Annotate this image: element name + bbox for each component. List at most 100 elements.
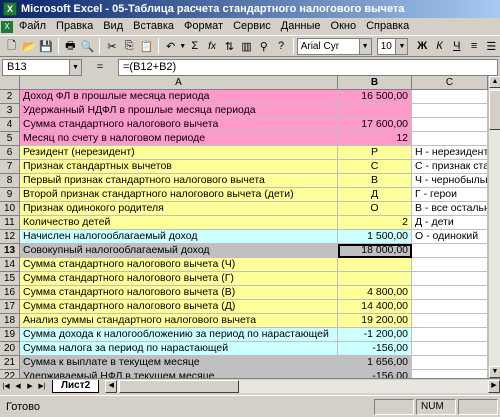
cell-a-label[interactable]: Доход ФЛ в прошлые месяца периода <box>20 90 338 104</box>
cut-icon[interactable]: ✂ <box>103 37 120 55</box>
new-file-icon[interactable]: 🗋 <box>3 37 20 55</box>
cell-c-note[interactable] <box>412 258 488 272</box>
cell-c-note[interactable] <box>412 104 488 118</box>
name-box[interactable]: B13 ▼ <box>2 58 82 76</box>
sheet-tab-list2[interactable]: Лист2 <box>52 379 100 393</box>
cell-a-label[interactable]: Совокупный налогооблагаемый доход <box>20 244 338 258</box>
cell-c-note[interactable] <box>412 272 488 286</box>
undo-icon[interactable]: ↶ <box>162 37 179 55</box>
scroll-thumb[interactable] <box>119 379 240 393</box>
cell-a-label[interactable]: Удерживаемый НФЛ в текущем месяце <box>20 370 338 378</box>
autosum-button[interactable]: Σ <box>186 37 203 55</box>
cell-c-note[interactable] <box>412 356 488 370</box>
cell-c-note[interactable] <box>412 90 488 104</box>
bold-button[interactable]: Ж <box>414 37 431 55</box>
horizontal-scrollbar[interactable]: ◀ ▶ <box>105 379 500 393</box>
scroll-up-icon[interactable]: ▲ <box>489 76 500 88</box>
row-header[interactable]: 21 <box>0 356 20 370</box>
font-size-select[interactable]: 10 ▼ <box>376 37 409 55</box>
row-header[interactable]: 17 <box>0 300 20 314</box>
cell-b-value[interactable]: -1 200,00 <box>338 328 412 342</box>
paste-icon[interactable]: 📋 <box>138 37 155 55</box>
scroll-thumb[interactable] <box>489 90 500 130</box>
print-preview-icon[interactable]: 🔍 <box>79 37 96 55</box>
scroll-left-icon[interactable]: ◀ <box>105 379 118 393</box>
cell-a-label[interactable]: Сумма стандартного налогового вычета (Ч) <box>20 258 338 272</box>
row-header[interactable]: 19 <box>0 328 20 342</box>
cell-a-label[interactable]: Сумма стандартного налогового вычета (В) <box>20 286 338 300</box>
cell-b-value[interactable]: -156,00 <box>338 342 412 356</box>
column-header-c[interactable]: C <box>412 76 488 90</box>
cell-c-note[interactable] <box>412 328 488 342</box>
cell-a-label[interactable]: Сумма дохода к налогообложению за период… <box>20 328 338 342</box>
last-sheet-icon[interactable]: ▶| <box>36 380 48 393</box>
cell-b-value[interactable]: 19 200,00 <box>338 314 412 328</box>
cell-c-note[interactable] <box>412 314 488 328</box>
next-sheet-icon[interactable]: ▶ <box>24 380 36 393</box>
insert-function-button[interactable]: fx <box>203 37 220 55</box>
cell-c-note[interactable]: Ч - чернобыльцы <box>412 174 488 188</box>
cell-c-note[interactable]: Н - нерезидент <box>412 146 488 160</box>
menu-view[interactable]: Вид <box>98 18 128 35</box>
cell-b-value[interactable]: 18 000,00 <box>338 244 412 258</box>
cell-c-note[interactable] <box>412 118 488 132</box>
cell-a-label[interactable]: Начислен налогооблагаемый доход <box>20 230 338 244</box>
cell-b-value[interactable]: Р <box>338 146 412 160</box>
cell-c-note[interactable]: Г - герои <box>412 188 488 202</box>
cell-a-label[interactable]: Признак одинокого родителя <box>20 202 338 216</box>
row-header[interactable]: 2 <box>0 90 20 104</box>
row-header[interactable]: 8 <box>0 174 20 188</box>
formula-input[interactable]: =(B12+B2) <box>118 58 498 76</box>
cell-b-value[interactable]: 14 400,00 <box>338 300 412 314</box>
help-icon[interactable]: ? <box>272 37 289 55</box>
cell-a-label[interactable]: Сумма стандартного налогового вычета (Г) <box>20 272 338 286</box>
undo-dropdown-icon[interactable]: ▼ <box>179 37 186 55</box>
cell-c-note[interactable]: О - одинокий <box>412 230 488 244</box>
menu-tools[interactable]: Сервис <box>228 18 276 35</box>
row-header[interactable]: 3 <box>0 104 20 118</box>
cell-b-value[interactable]: Д <box>338 188 412 202</box>
zoom-icon[interactable]: ⚲ <box>255 37 272 55</box>
cell-b-value[interactable]: 12 <box>338 132 412 146</box>
row-header[interactable]: 5 <box>0 132 20 146</box>
cell-c-note[interactable]: В - все остальны <box>412 202 488 216</box>
cell-b-value[interactable] <box>338 258 412 272</box>
cell-c-note[interactable] <box>412 370 488 378</box>
vertical-scrollbar[interactable]: ▲ ▼ <box>488 76 500 378</box>
cell-a-label[interactable]: Удержанный НДФЛ в прошлые месяца периода <box>20 104 338 118</box>
cell-a-label[interactable]: Первый признак стандартного налогового в… <box>20 174 338 188</box>
column-header-b[interactable]: B <box>338 76 412 90</box>
cell-b-value[interactable]: -156,00 <box>338 370 412 378</box>
select-all-corner[interactable] <box>0 76 20 90</box>
row-header[interactable]: 12 <box>0 230 20 244</box>
menu-window[interactable]: Окно <box>326 18 362 35</box>
cell-c-note[interactable] <box>412 132 488 146</box>
scroll-right-icon[interactable]: ▶ <box>488 379 500 393</box>
menu-file[interactable]: Файл <box>14 18 51 35</box>
cell-c-note[interactable] <box>412 300 488 314</box>
cell-c-note[interactable]: Д - дети <box>412 216 488 230</box>
sort-icon[interactable]: ⇅ <box>221 37 238 55</box>
row-header[interactable]: 6 <box>0 146 20 160</box>
cell-c-note[interactable] <box>412 286 488 300</box>
copy-icon[interactable]: ⎘ <box>121 37 138 55</box>
cell-a-label[interactable]: Анализ суммы стандартного налогового выч… <box>20 314 338 328</box>
chart-wizard-icon[interactable]: ▥ <box>238 37 255 55</box>
print-icon[interactable]: 🖶 <box>62 37 79 55</box>
cell-a-label[interactable]: Сумма стандартного налогового вычета (Д) <box>20 300 338 314</box>
prev-sheet-icon[interactable]: ◀ <box>12 380 24 393</box>
underline-button[interactable]: Ч <box>448 37 465 55</box>
align-center-icon[interactable]: ☰ <box>483 37 500 55</box>
cell-b-value[interactable] <box>338 272 412 286</box>
column-header-a[interactable]: A <box>20 76 338 90</box>
cell-b-value[interactable]: 16 500,00 <box>338 90 412 104</box>
cell-c-note[interactable] <box>412 244 488 258</box>
cell-a-label[interactable]: Сумма к выплате в текущем месяце <box>20 356 338 370</box>
cell-b-value[interactable]: 4 800,00 <box>338 286 412 300</box>
cell-b-value[interactable]: 1 656,00 <box>338 356 412 370</box>
cell-b-value[interactable]: 1 500,00 <box>338 230 412 244</box>
workbook-icon[interactable]: X <box>0 19 14 34</box>
italic-button[interactable]: К <box>431 37 448 55</box>
cell-b-value[interactable]: 2 <box>338 216 412 230</box>
cell-b-value[interactable]: О <box>338 202 412 216</box>
